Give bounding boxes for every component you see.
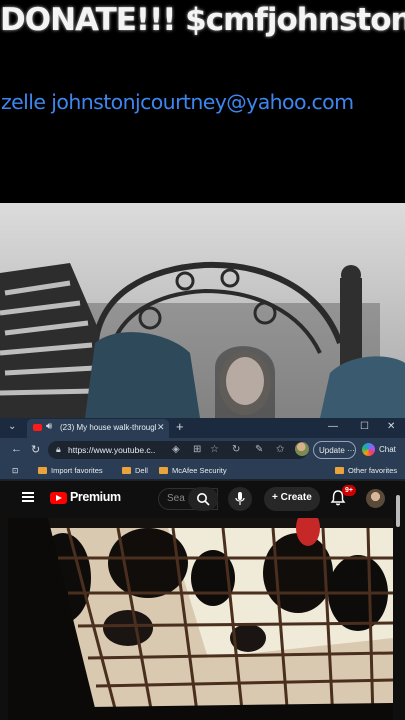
tab-title: (23) My house walk-through xyxy=(60,423,156,432)
chat-button-label: Chat xyxy=(379,445,396,454)
lock-icon[interactable]: 🔒︎ xyxy=(56,444,61,455)
speaker-icon[interactable]: 🔊︎ xyxy=(46,421,52,432)
webcam-scene-image xyxy=(0,203,405,418)
minimize-icon[interactable]: — xyxy=(328,421,338,432)
search-button[interactable] xyxy=(188,487,218,511)
copilot-icon[interactable]: ◈ xyxy=(172,444,180,455)
back-icon[interactable]: ← xyxy=(11,443,22,455)
webcam-feed xyxy=(0,203,405,418)
other-favorites-label: Other favorites xyxy=(348,466,398,475)
favorite-label: Dell xyxy=(135,466,148,475)
favorites-bar-toggle-icon[interactable]: ⊡ xyxy=(12,466,18,475)
tab-youtube[interactable]: 🔊︎ (23) My house walk-through ✕ xyxy=(27,419,169,438)
tab-strip: ⌄ 🔊︎ (23) My house walk-through ✕ + — ☐ … xyxy=(0,418,405,438)
create-button-label: Create xyxy=(280,492,312,503)
profile-avatar[interactable] xyxy=(295,442,309,456)
favorite-label: Import favorites xyxy=(51,466,103,475)
youtube-brand[interactable]: Premium xyxy=(70,490,121,504)
plus-icon: + xyxy=(272,492,278,503)
create-button[interactable]: + Create xyxy=(264,487,320,511)
update-button[interactable]: Update ··· xyxy=(313,441,356,459)
browser-window: ⌄ 🔊︎ (23) My house walk-through ✕ + — ☐ … xyxy=(0,418,405,720)
folder-icon xyxy=(159,467,168,474)
notification-badge: 9+ xyxy=(342,485,356,496)
tab-actions-chevron-icon[interactable]: ⌄ xyxy=(8,421,16,432)
voice-search-button[interactable] xyxy=(228,487,252,511)
youtube-favicon-icon xyxy=(33,424,42,431)
mic-icon xyxy=(235,492,245,505)
address-toolbar: ← ↻ 🔒︎ https://www.youtube.c... ◈ ⊞ ☆ ↻ … xyxy=(0,438,405,462)
youtube-header: Premium Sea + Create 9+ xyxy=(8,481,393,517)
update-button-label: Update xyxy=(319,446,345,455)
folder-icon xyxy=(122,467,131,474)
zelle-banner-text: zelle johnstonjcourtney@yahoo.com xyxy=(1,90,354,114)
url-text[interactable]: https://www.youtube.c... xyxy=(68,445,156,455)
favorite-label: McAfee Security xyxy=(172,466,227,475)
youtube-logo-icon[interactable] xyxy=(50,492,67,504)
copilot-logo-icon xyxy=(362,443,375,456)
sync-icon[interactable]: ↻ xyxy=(232,444,240,455)
avatar[interactable] xyxy=(366,489,385,508)
window-close-icon[interactable]: ✕ xyxy=(387,421,395,432)
favorite-dell[interactable]: Dell xyxy=(122,466,148,475)
folder-icon xyxy=(335,467,344,474)
maximize-icon[interactable]: ☐ xyxy=(360,421,369,432)
video-player[interactable] xyxy=(8,518,393,720)
new-tab-plus-icon[interactable]: + xyxy=(176,419,184,434)
address-bar[interactable]: 🔒︎ https://www.youtube.c... ◈ ⊞ ☆ ↻ ✎ ✩ xyxy=(48,441,308,459)
tab-close-icon[interactable]: ✕ xyxy=(157,422,165,433)
refresh-icon[interactable]: ↻ xyxy=(31,443,40,456)
video-frame-image xyxy=(8,518,393,720)
star-icon[interactable]: ☆ xyxy=(210,444,219,455)
favorites-icon[interactable]: ✩ xyxy=(276,444,284,455)
favorite-import[interactable]: Import favorites xyxy=(38,466,103,475)
search-icon xyxy=(197,493,210,506)
other-favorites[interactable]: Other favorites xyxy=(335,466,397,475)
scrollbar[interactable] xyxy=(396,495,400,527)
youtube-page: Premium Sea + Create 9+ xyxy=(0,481,405,720)
favorites-bar: ⊡ Import favorites Dell McAfee Security … xyxy=(0,462,405,480)
extension-icon[interactable]: ✎ xyxy=(255,444,263,455)
donate-banner-text: DONATE!!! $cmfjohnston xyxy=(0,2,405,38)
favorite-mcafee[interactable]: McAfee Security xyxy=(159,466,227,475)
folder-icon xyxy=(38,467,47,474)
app-icon[interactable]: ⊞ xyxy=(193,444,201,455)
menu-icon[interactable] xyxy=(22,492,34,502)
